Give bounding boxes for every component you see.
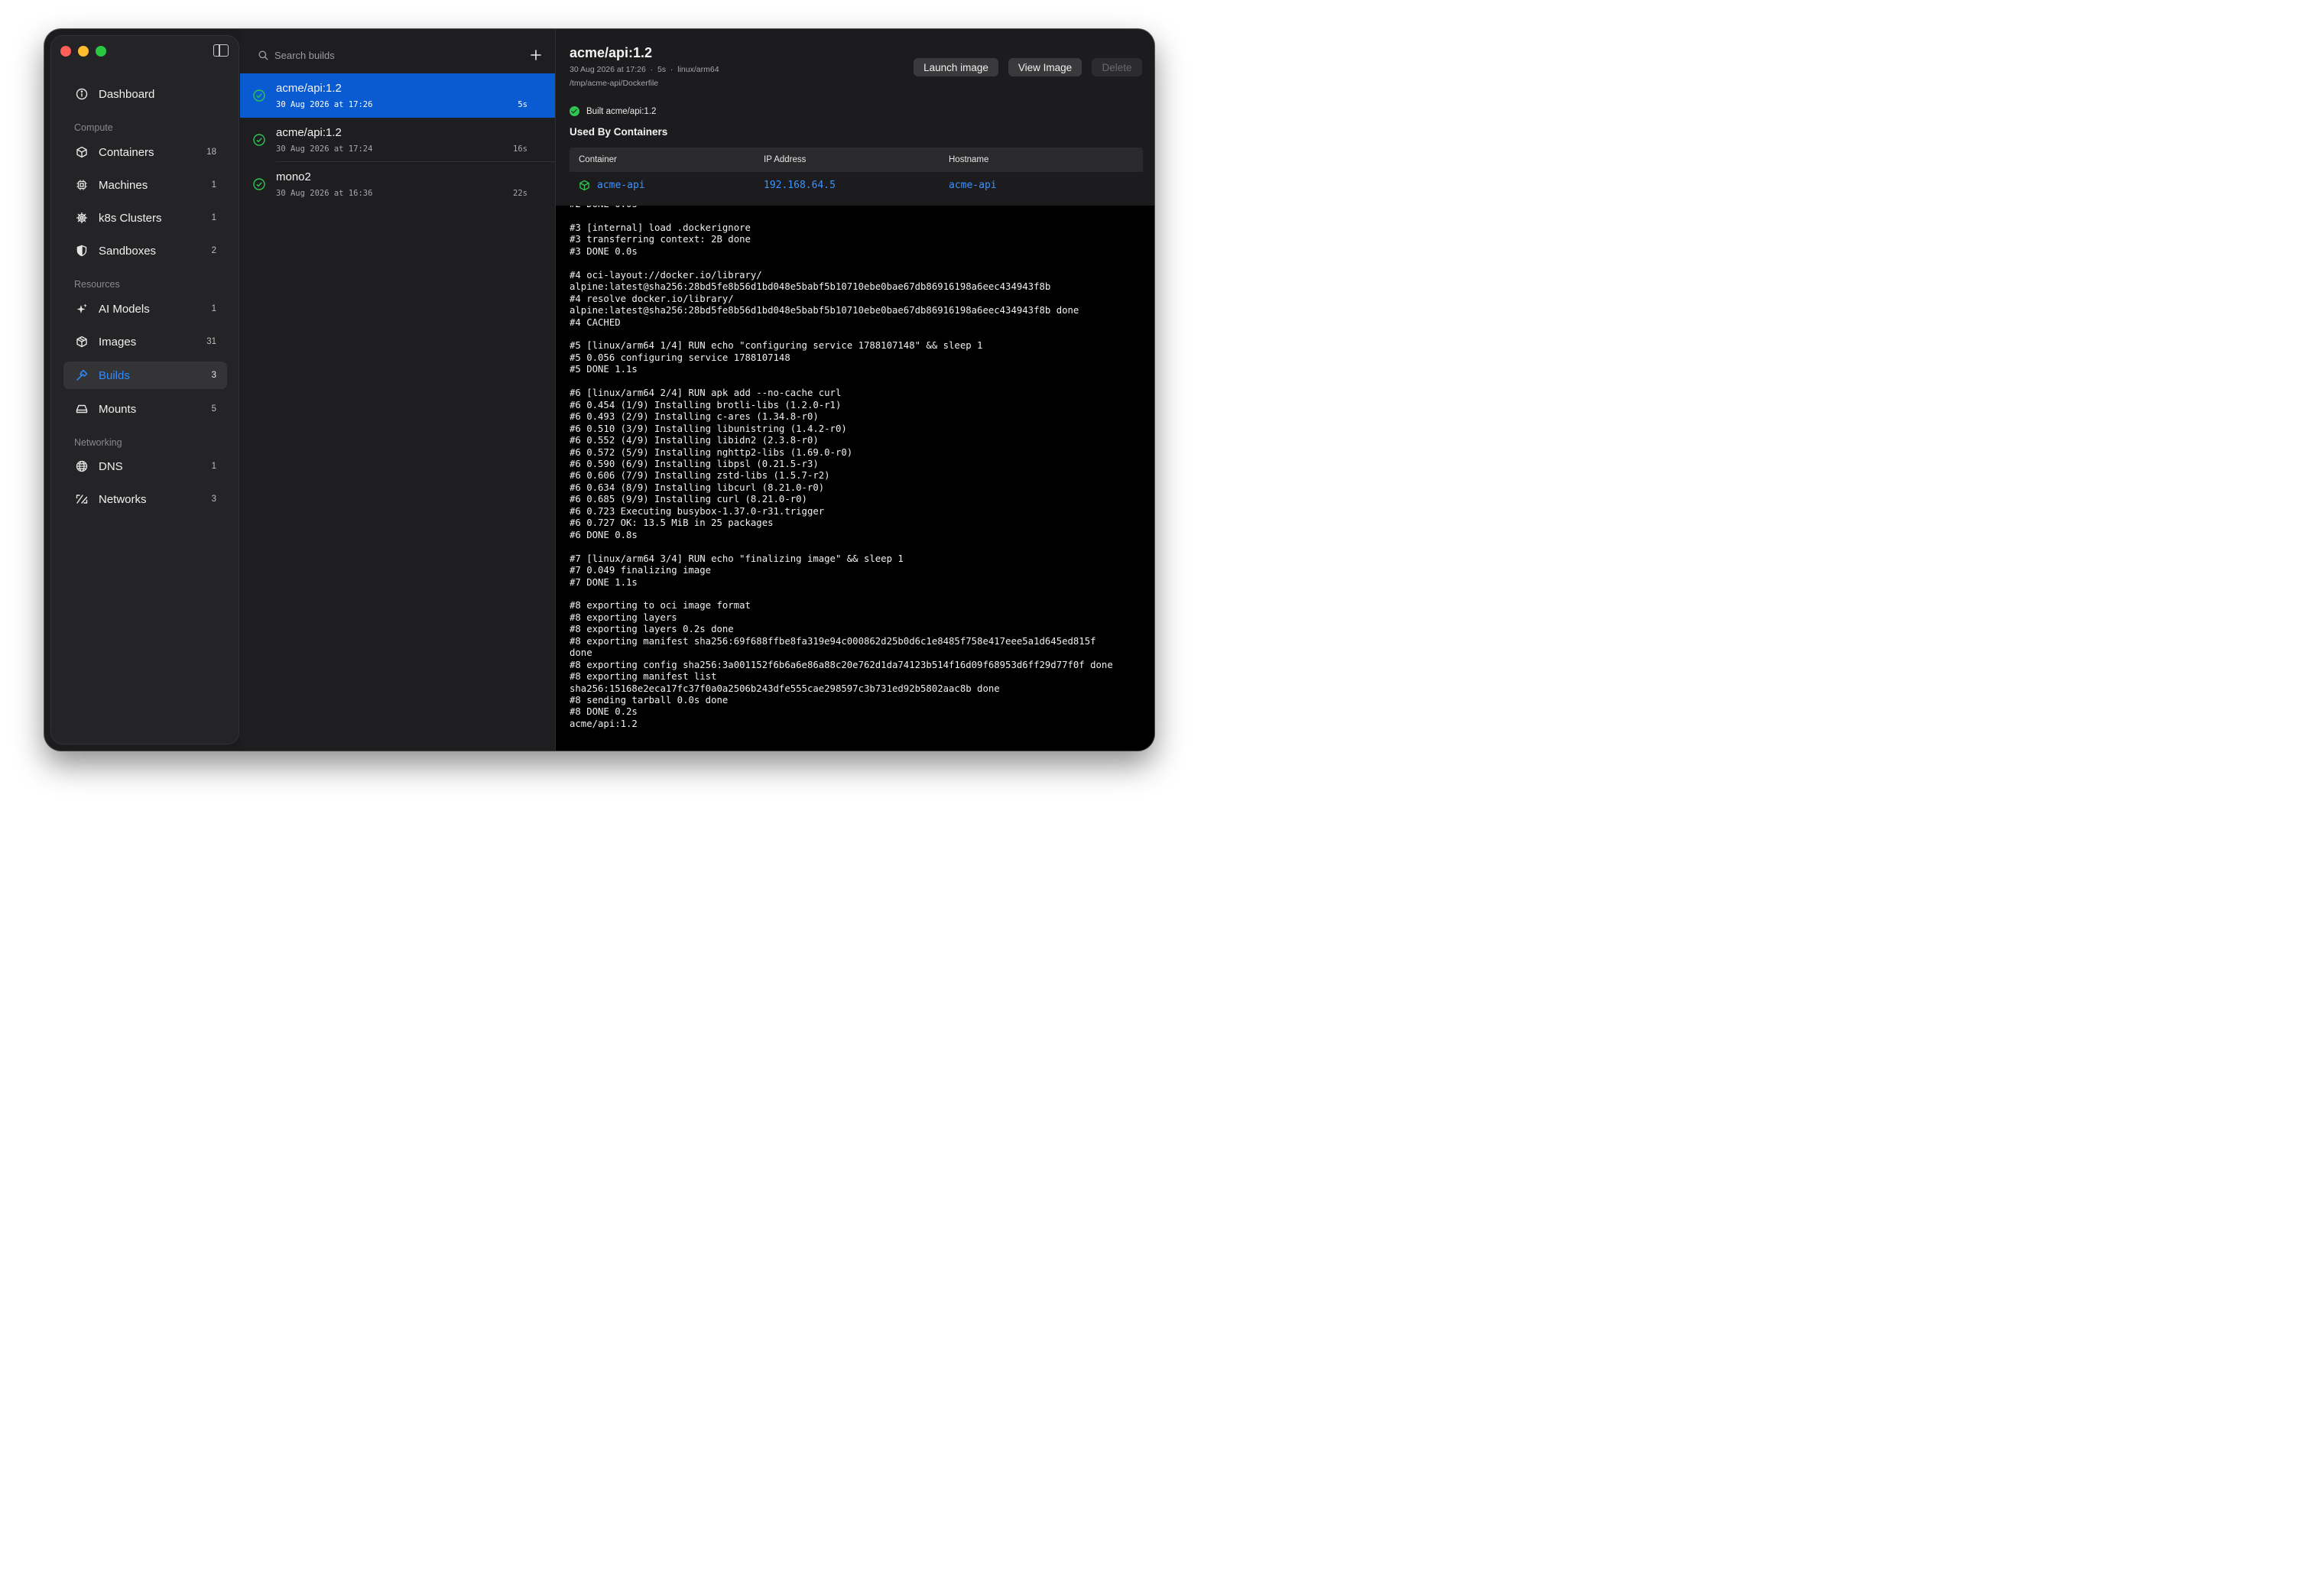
detail-meta: 30 Aug 2026 at 17:26 · 5s · linux/arm64	[570, 65, 719, 74]
sidebar-item-images[interactable]: Images 31	[63, 328, 227, 355]
sidebar-item-ai-models[interactable]: AI Models 1	[63, 295, 227, 323]
sidebar-item-label: Images	[99, 335, 137, 349]
sidebar-item-dns[interactable]: DNS 1	[63, 453, 227, 480]
table-row[interactable]: acme-api 192.168.64.5 acme-api	[570, 172, 1143, 198]
ip-address[interactable]: 192.168.64.5	[755, 180, 940, 191]
plus-icon	[531, 50, 541, 60]
sidebar-item-mounts[interactable]: Mounts 5	[63, 395, 227, 423]
success-check-icon	[253, 134, 265, 146]
sidebar-item-count: 3	[211, 495, 216, 504]
sidebar-item-label: AI Models	[99, 302, 150, 316]
shield-icon	[76, 245, 88, 257]
builds-list-pane: acme/api:1.2 30 Aug 2026 at 17:26 5s acm…	[240, 29, 555, 751]
sidebar-item-builds[interactable]: Builds 3	[63, 362, 227, 389]
cube-icon	[76, 146, 88, 158]
zoom-window-button[interactable]	[96, 46, 106, 57]
sidebar-item-label: Mounts	[99, 402, 137, 416]
window-controls	[60, 46, 106, 57]
build-duration: 16s	[513, 144, 527, 154]
sidebar-item-label: Dashboard	[99, 87, 155, 101]
build-name: mono2	[276, 170, 311, 183]
build-status: Built acme/api:1.2	[570, 106, 656, 116]
search-input[interactable]	[274, 49, 529, 61]
build-name: acme/api:1.2	[276, 126, 342, 139]
section-label-compute: Compute	[74, 122, 113, 133]
view-image-button[interactable]: View Image	[1008, 58, 1082, 76]
network-arrows-icon	[76, 493, 88, 505]
sidebar-item-count: 1	[211, 213, 216, 222]
container-name[interactable]: acme-api	[597, 180, 645, 191]
sidebar-item-count: 5	[211, 404, 216, 414]
sidebar-item-count: 1	[211, 304, 216, 313]
build-log-text: #2 DONE 0.0s #3 [internal] load .dockeri…	[570, 206, 1113, 729]
sidebar-item-count: 31	[206, 337, 216, 346]
helm-icon	[76, 212, 88, 224]
section-label-resources: Resources	[74, 279, 120, 290]
container-cell[interactable]: acme-api	[570, 180, 755, 191]
sidebar-item-count: 1	[211, 462, 216, 471]
build-detail-pane: acme/api:1.2 30 Aug 2026 at 17:26 · 5s ·…	[555, 29, 1154, 751]
drive-icon	[76, 403, 88, 415]
sidebar-item-label: Machines	[99, 178, 148, 192]
sidebar-item-count: 1	[211, 180, 216, 190]
sidebar-item-label: Builds	[99, 368, 130, 382]
success-check-icon	[253, 178, 265, 190]
app-window: Dashboard Compute Containers 18 Machines…	[44, 29, 1154, 751]
build-row[interactable]: acme/api:1.2 30 Aug 2026 at 17:26 5s	[240, 73, 555, 118]
sidebar: Dashboard Compute Containers 18 Machines…	[50, 35, 239, 744]
sidebar-item-dashboard[interactable]: Dashboard	[63, 80, 227, 108]
build-date: 30 Aug 2026 at 17:26	[276, 100, 373, 109]
sidebar-item-sandboxes[interactable]: Sandboxes 2	[63, 237, 227, 264]
build-status-text: Built acme/api:1.2	[586, 106, 657, 116]
build-name: acme/api:1.2	[276, 82, 342, 95]
build-date: 30 Aug 2026 at 16:36	[276, 189, 373, 198]
minimize-window-button[interactable]	[78, 46, 89, 57]
sidebar-item-label: Networks	[99, 492, 147, 506]
sidebar-toggle-icon[interactable]	[213, 44, 229, 57]
column-header-hostname[interactable]: Hostname	[940, 155, 1143, 164]
sidebar-item-label: Containers	[99, 145, 154, 159]
sidebar-item-count: 3	[211, 371, 216, 380]
hammer-icon	[76, 369, 88, 381]
sidebar-item-count: 18	[206, 148, 216, 157]
section-label-networking: Networking	[74, 437, 122, 448]
globe-icon	[76, 460, 88, 472]
package-icon	[76, 336, 88, 348]
chip-icon	[76, 179, 88, 191]
hostname[interactable]: acme-api	[940, 180, 1143, 191]
add-build-button[interactable]	[529, 48, 543, 62]
sparkles-icon	[76, 303, 88, 315]
column-header-ip[interactable]: IP Address	[755, 155, 940, 164]
sidebar-item-containers[interactable]: Containers 18	[63, 138, 227, 166]
used-by-heading: Used By Containers	[570, 126, 668, 138]
column-header-container[interactable]: Container	[570, 155, 755, 164]
dockerfile-path: /tmp/acme-api/Dockerfile	[570, 79, 659, 88]
delete-button[interactable]: Delete	[1092, 58, 1142, 76]
detail-title: acme/api:1.2	[570, 45, 653, 60]
build-duration: 5s	[518, 100, 527, 109]
sidebar-item-label: DNS	[99, 459, 123, 473]
success-status-icon	[570, 106, 579, 116]
table-header: Container IP Address Hostname	[570, 148, 1143, 172]
launch-image-button[interactable]: Launch image	[914, 58, 998, 76]
build-duration: 22s	[513, 189, 527, 198]
sidebar-item-machines[interactable]: Machines 1	[63, 171, 227, 199]
sidebar-item-networks[interactable]: Networks 3	[63, 485, 227, 513]
success-check-icon	[253, 89, 265, 102]
sidebar-item-count: 2	[211, 246, 216, 255]
container-cube-icon	[579, 180, 589, 190]
build-date: 30 Aug 2026 at 17:24	[276, 144, 373, 154]
search-bar	[258, 47, 543, 63]
build-log[interactable]: #2 DONE 0.0s #3 [internal] load .dockeri…	[556, 206, 1154, 751]
sidebar-item-k8s-clusters[interactable]: k8s Clusters 1	[63, 204, 227, 232]
sidebar-item-label: Sandboxes	[99, 244, 157, 258]
search-icon	[258, 50, 268, 60]
containers-table: Container IP Address Hostname acme-api 1…	[570, 148, 1143, 198]
build-row[interactable]: mono2 30 Aug 2026 at 16:36 22s	[240, 162, 555, 206]
close-window-button[interactable]	[60, 46, 71, 57]
info-circle-icon	[76, 88, 88, 100]
sidebar-item-label: k8s Clusters	[99, 211, 162, 225]
build-row[interactable]: acme/api:1.2 30 Aug 2026 at 17:24 16s	[240, 118, 555, 162]
